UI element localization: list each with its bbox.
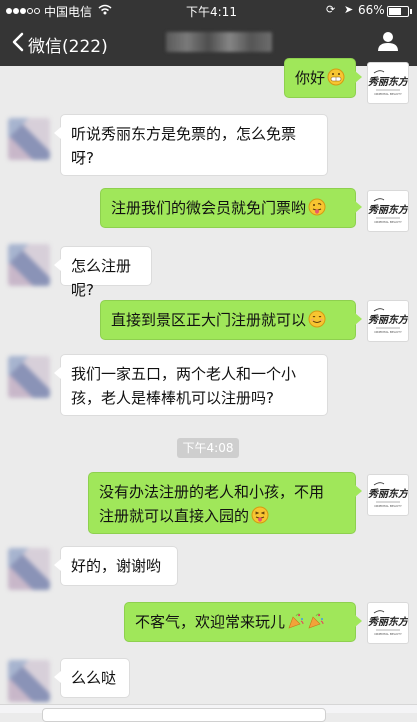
message-bubble-outgoing[interactable]: 不客气，欢迎常来玩儿 bbox=[124, 602, 362, 642]
brand-avatar[interactable]: 秀丽东方 ORIENTAL BEAUTY bbox=[367, 474, 410, 516]
message-bubble-incoming[interactable]: 我们一家五口，两个老人和一个小 孩，老人是棒棒机可以注册吗? bbox=[54, 354, 328, 416]
battery-icon bbox=[387, 6, 412, 17]
status-bar: 中国电信 下午4:11 ⟳ ➤ 66% bbox=[0, 0, 417, 20]
message-bubble-incoming[interactable]: 怎么注册呢? bbox=[54, 246, 152, 299]
user-avatar[interactable] bbox=[8, 118, 50, 160]
brand-logo-icon: 秀丽东方 ORIENTAL BEAUTY bbox=[368, 308, 410, 334]
svg-text:秀丽东方: 秀丽东方 bbox=[368, 204, 408, 216]
brand-avatar[interactable]: 秀丽东方 ORIENTAL BEAUTY bbox=[367, 190, 410, 232]
party-popper-icon bbox=[287, 612, 305, 637]
svg-text:秀丽东方: 秀丽东方 bbox=[368, 76, 408, 88]
message-bubble-incoming[interactable]: 听说秀丽东方是免票的，怎么免票 呀? bbox=[54, 114, 328, 176]
message-bubble-incoming[interactable]: 么么哒 bbox=[54, 658, 130, 698]
user-avatar[interactable] bbox=[8, 244, 50, 286]
wink-tongue-emoji-icon bbox=[251, 506, 269, 531]
brand-avatar[interactable]: 秀丽东方 ORIENTAL BEAUTY bbox=[367, 300, 410, 342]
message-bubble-outgoing[interactable]: 直接到景区正大门注册就可以 bbox=[100, 300, 362, 340]
back-button[interactable]: 微信(222) bbox=[28, 32, 108, 57]
svg-text:ORIENTAL BEAUTY: ORIENTAL BEAUTY bbox=[374, 504, 402, 508]
message-timestamp: 下午4:08 bbox=[177, 438, 239, 458]
grin-emoji-icon bbox=[327, 68, 345, 93]
svg-text:秀丽东方: 秀丽东方 bbox=[368, 616, 408, 628]
svg-text:ORIENTAL BEAUTY: ORIENTAL BEAUTY bbox=[374, 632, 402, 636]
brand-logo-icon: 秀丽东方 ORIENTAL BEAUTY bbox=[368, 482, 410, 508]
svg-text:ORIENTAL BEAUTY: ORIENTAL BEAUTY bbox=[374, 220, 402, 224]
user-avatar[interactable] bbox=[8, 660, 50, 702]
svg-text:ORIENTAL BEAUTY: ORIENTAL BEAUTY bbox=[374, 330, 402, 334]
party-popper-icon bbox=[307, 612, 325, 637]
svg-text:ORIENTAL BEAUTY: ORIENTAL BEAUTY bbox=[374, 92, 402, 96]
user-avatar[interactable] bbox=[8, 356, 50, 398]
message-list[interactable]: 你好 秀丽东方 ORIENTAL BEAUTY 听说秀丽东方是免票的，怎么免票 … bbox=[0, 58, 417, 704]
message-bubble-outgoing[interactable]: 你好 bbox=[284, 58, 362, 98]
svg-text:秀丽东方: 秀丽东方 bbox=[368, 488, 408, 500]
user-avatar[interactable] bbox=[8, 548, 50, 590]
smile-emoji-icon bbox=[308, 310, 326, 335]
chat-title-blurred bbox=[166, 32, 272, 52]
profile-icon[interactable] bbox=[377, 30, 399, 56]
brand-avatar[interactable]: 秀丽东方 ORIENTAL BEAUTY bbox=[367, 62, 410, 104]
wifi-icon bbox=[98, 4, 112, 18]
message-bubble-incoming[interactable]: 好的，谢谢哟 bbox=[54, 546, 178, 586]
orientation-lock-icon: ⟳ bbox=[326, 3, 336, 16]
brand-avatar[interactable]: 秀丽东方 ORIENTAL BEAUTY bbox=[367, 602, 410, 644]
battery-percent: 66% bbox=[358, 3, 385, 17]
carrier-label: 中国电信 bbox=[44, 5, 93, 19]
message-bubble-outgoing[interactable]: 注册我们的微会员就免门票哟 bbox=[100, 188, 362, 228]
brand-logo-icon: 秀丽东方 ORIENTAL BEAUTY bbox=[368, 610, 410, 636]
message-bubble-outgoing[interactable]: 没有办法注册的老人和小孩，不用 注册就可以直接入园的 bbox=[88, 472, 362, 534]
location-arrow-icon: ➤ bbox=[344, 3, 354, 16]
back-chevron-icon[interactable] bbox=[12, 32, 24, 56]
brand-logo-icon: 秀丽东方 ORIENTAL BEAUTY bbox=[368, 198, 410, 224]
message-input[interactable] bbox=[42, 708, 326, 722]
signal-icon bbox=[6, 5, 40, 19]
status-time: 下午4:11 bbox=[186, 5, 237, 19]
tongue-emoji-icon bbox=[308, 198, 326, 223]
svg-text:秀丽东方: 秀丽东方 bbox=[368, 314, 408, 326]
brand-logo-icon: 秀丽东方 ORIENTAL BEAUTY bbox=[368, 70, 410, 96]
